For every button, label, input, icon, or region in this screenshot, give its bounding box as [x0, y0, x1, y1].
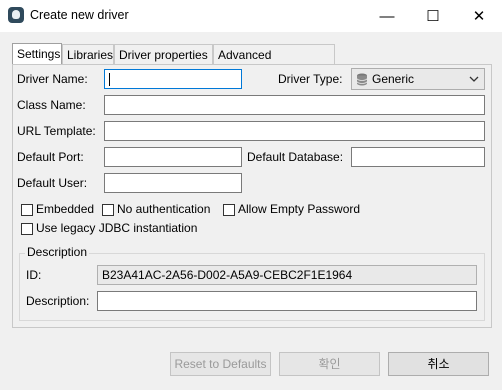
close-icon: ✕: [472, 8, 486, 25]
cancel-button[interactable]: 취소: [388, 352, 489, 376]
tab-libraries[interactable]: Libraries: [62, 44, 114, 64]
title-bar: Create new driver — ☐ ✕: [0, 0, 502, 32]
driver-type-select[interactable]: Generic: [351, 68, 485, 90]
driver-name-input[interactable]: [104, 69, 242, 89]
maximize-icon: ☐: [426, 8, 440, 25]
default-database-input[interactable]: [351, 147, 485, 167]
url-template-input[interactable]: [104, 121, 485, 141]
embedded-label[interactable]: Embedded: [36, 202, 94, 216]
default-port-input[interactable]: [104, 147, 242, 167]
driver-name-label: Driver Name:: [17, 72, 88, 86]
default-database-label: Default Database:: [247, 150, 344, 164]
minimize-button[interactable]: —: [364, 0, 410, 32]
close-button[interactable]: ✕: [456, 0, 502, 32]
app-icon: [8, 7, 24, 23]
default-user-input[interactable]: [104, 173, 242, 193]
no-authentication-checkbox[interactable]: [102, 204, 114, 216]
allow-empty-password-checkbox[interactable]: [223, 204, 235, 216]
class-name-input[interactable]: [104, 95, 485, 115]
default-port-label: Default Port:: [17, 150, 84, 164]
reset-to-defaults-button[interactable]: Reset to Defaults: [170, 352, 271, 376]
database-icon: [356, 73, 368, 86]
embedded-checkbox[interactable]: [21, 204, 33, 216]
driver-type-label: Driver Type:: [278, 72, 343, 86]
description-label: Description:: [26, 294, 90, 308]
ok-button[interactable]: 확인: [279, 352, 380, 376]
description-group-title: Description: [25, 245, 90, 259]
tab-advanced-parameters[interactable]: Advanced parameters: [213, 44, 335, 82]
driver-type-value: Generic: [372, 72, 415, 86]
class-name-label: Class Name:: [17, 98, 86, 112]
id-label: ID:: [26, 268, 42, 282]
no-authentication-label[interactable]: No authentication: [117, 202, 210, 216]
default-user-label: Default User:: [17, 176, 88, 190]
text-caret: [109, 73, 110, 86]
id-field: B23A41AC-2A56-D002-A5A9-CEBC2F1E1964: [97, 265, 477, 285]
chevron-down-icon: [469, 76, 479, 82]
legacy-jdbc-checkbox[interactable]: [21, 223, 33, 235]
minimize-icon: —: [379, 7, 395, 25]
description-input[interactable]: [97, 291, 477, 311]
allow-empty-password-label[interactable]: Allow Empty Password: [238, 202, 360, 216]
maximize-button[interactable]: ☐: [410, 0, 456, 32]
window-title: Create new driver: [30, 8, 129, 22]
legacy-jdbc-label[interactable]: Use legacy JDBC instantiation: [36, 221, 197, 235]
url-template-label: URL Template:: [17, 124, 96, 138]
tab-driver-properties[interactable]: Driver properties: [114, 44, 213, 64]
tab-settings[interactable]: Settings: [12, 43, 62, 65]
